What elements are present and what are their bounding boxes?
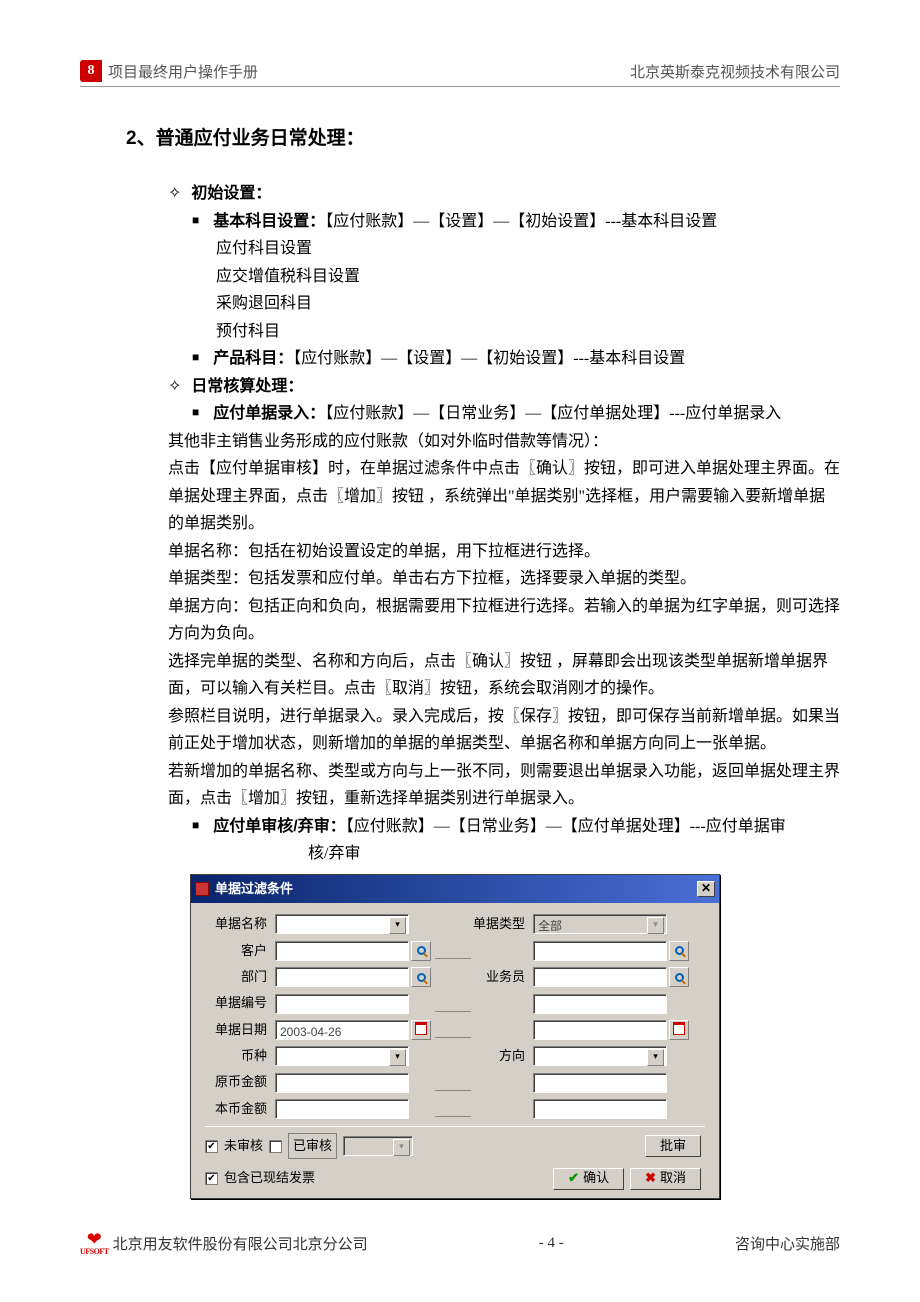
basic-subject-label: 基本科目设置： — [213, 213, 325, 230]
body-p8: 若新增加的单据名称、类型或方向与上一张不同，则需要退出单据录入功能，返回单据处理… — [168, 758, 840, 813]
local-amt-to[interactable] — [533, 1099, 667, 1119]
range-dash — [435, 1037, 471, 1038]
local-amt-from[interactable] — [275, 1099, 409, 1119]
customer-input-from[interactable] — [275, 941, 409, 961]
lbl-currency: 币种 — [205, 1045, 273, 1067]
doc-name-combo[interactable] — [275, 914, 409, 934]
calendar-icon[interactable] — [411, 1020, 431, 1040]
lbl-salesman: 业务员 — [467, 966, 531, 988]
range-dash — [435, 1011, 471, 1012]
body-p5: 单据方向：包括正向和负向，根据需要用下拉框进行选择。若输入的单据为红字单据，则可… — [168, 593, 840, 648]
sub-item: 预付科目 — [216, 318, 840, 346]
company-name: 北京英斯泰克视频技术有限公司 — [630, 61, 840, 82]
docno-input-from[interactable] — [275, 994, 409, 1014]
sub-item: 应付科目设置 — [216, 235, 840, 263]
date-input-from[interactable]: 2003-04-26 — [275, 1020, 409, 1040]
lbl-doc-no: 单据编号 — [205, 992, 273, 1014]
u8-logo-icon: 8 — [80, 60, 102, 82]
date-input-to[interactable] — [533, 1020, 667, 1040]
cancel-button[interactable]: ✖取消 — [630, 1168, 701, 1190]
lbl-orig-amt: 原币金额 — [205, 1071, 273, 1093]
product-subject-label: 产品科目： — [213, 350, 293, 367]
orig-amt-to[interactable] — [533, 1073, 667, 1093]
product-subject-path: 【应付账款】—【设置】—【初始设置】---基本科目设置 — [293, 350, 685, 367]
section-title: 2、普通应付业务日常处理： — [126, 123, 840, 150]
page-footer: ❤ UFSOFT 北京用友软件股份有限公司北京分公司 - 4 - 咨询中心实施部 — [80, 1230, 840, 1256]
lbl-include-settled: 包含已现结发票 — [224, 1167, 315, 1189]
batch-audit-button[interactable]: 批审 — [645, 1135, 701, 1157]
body-p2: 点击【应付单据审核】时，在单据过滤条件中点击〖确认〗按钮，即可进入单据处理主界面… — [168, 455, 840, 538]
search-icon[interactable] — [669, 941, 689, 961]
x-icon: ✖ — [645, 1167, 656, 1189]
calendar-icon[interactable] — [669, 1020, 689, 1040]
currency-combo[interactable] — [275, 1046, 409, 1066]
unaudited-checkbox[interactable]: ✔ — [205, 1140, 218, 1153]
footer-dept: 咨询中心实施部 — [735, 1233, 840, 1254]
lbl-unaudited: 未审核 — [224, 1135, 263, 1157]
lbl-doc-name: 单据名称 — [205, 913, 273, 935]
doc-title: 项目最终用户操作手册 — [108, 61, 258, 82]
ap-audit-label: 应付单审核/弃审： — [213, 818, 345, 835]
dept-input[interactable] — [275, 967, 409, 987]
range-dash — [435, 1090, 471, 1091]
lbl-audited: 已审核 — [288, 1133, 337, 1159]
range-dash — [435, 958, 471, 959]
doc-type-combo[interactable]: 全部 — [533, 914, 667, 934]
customer-input-to[interactable] — [533, 941, 667, 961]
sub-item: 应交增值税科目设置 — [216, 263, 840, 291]
dialog-title: 单据过滤条件 — [215, 878, 293, 900]
include-settled-checkbox[interactable]: ✔ — [205, 1172, 218, 1185]
ap-audit-path: 【应付账款】—【日常业务】—【应付单据处理】---应付单据审 — [346, 818, 786, 835]
ap-audit-cont: 核/弃审 — [308, 840, 840, 868]
search-icon[interactable] — [669, 967, 689, 987]
check-icon: ✔ — [568, 1167, 579, 1189]
docno-input-to[interactable] — [533, 994, 667, 1014]
lbl-doc-type: 单据类型 — [467, 913, 531, 935]
dialog-app-icon — [195, 882, 209, 896]
ap-entry-path: 【应付账款】—【日常业务】—【应付单据处理】---应付单据录入 — [325, 405, 781, 422]
lbl-dept: 部门 — [205, 966, 273, 988]
audited-checkbox[interactable] — [269, 1140, 282, 1153]
body-p3: 单据名称：包括在初始设置设定的单据，用下拉框进行选择。 — [168, 538, 840, 566]
ok-button[interactable]: ✔确认 — [553, 1168, 624, 1190]
dialog-titlebar[interactable]: 单据过滤条件 ✕ — [191, 875, 719, 903]
body-p6: 选择完单据的类型、名称和方向后，点击〖确认〗按钮 ，屏幕即会出现该类型单据新增单… — [168, 648, 840, 703]
audit-combo[interactable] — [343, 1136, 413, 1156]
lbl-local-amt: 本币金额 — [205, 1098, 273, 1120]
range-dash — [435, 1116, 471, 1117]
sub-item: 采购退回科目 — [216, 290, 840, 318]
page-number: - 4 - — [539, 1235, 564, 1252]
daily-process-heading: 日常核算处理： — [191, 378, 303, 395]
lbl-direction: 方向 — [467, 1045, 531, 1067]
lbl-doc-date: 单据日期 — [205, 1019, 273, 1041]
basic-subject-path: 【应付账款】—【设置】—【初始设置】---基本科目设置 — [325, 213, 717, 230]
search-icon[interactable] — [411, 941, 431, 961]
body-p1: 其他非主销售业务形成的应付账款（如对外临时借款等情况）： — [168, 428, 840, 456]
close-icon[interactable]: ✕ — [697, 881, 715, 897]
body-p7: 参照栏目说明，进行单据录入。录入完成后，按〖保存〗按钮，即可保存当前新增单据。如… — [168, 703, 840, 758]
content-body: 初始设置： 基本科目设置：【应付账款】—【设置】—【初始设置】---基本科目设置… — [150, 180, 840, 1199]
page-header: 8 项目最终用户操作手册 北京英斯泰克视频技术有限公司 — [80, 60, 840, 87]
salesman-input[interactable] — [533, 967, 667, 987]
init-settings-heading: 初始设置： — [191, 185, 271, 202]
filter-dialog: 单据过滤条件 ✕ 单据名称 单据类型 全部 客户 — [190, 874, 720, 1199]
footer-company: 北京用友软件股份有限公司北京分公司 — [113, 1233, 368, 1254]
ap-entry-label: 应付单据录入： — [213, 405, 325, 422]
search-icon[interactable] — [411, 967, 431, 987]
lbl-customer: 客户 — [205, 940, 273, 962]
direction-combo[interactable] — [533, 1046, 667, 1066]
orig-amt-from[interactable] — [275, 1073, 409, 1093]
ufsoft-logo-icon: ❤ UFSOFT — [80, 1230, 109, 1256]
body-p4: 单据类型：包括发票和应付单。单击右方下拉框，选择要录入单据的类型。 — [168, 565, 840, 593]
